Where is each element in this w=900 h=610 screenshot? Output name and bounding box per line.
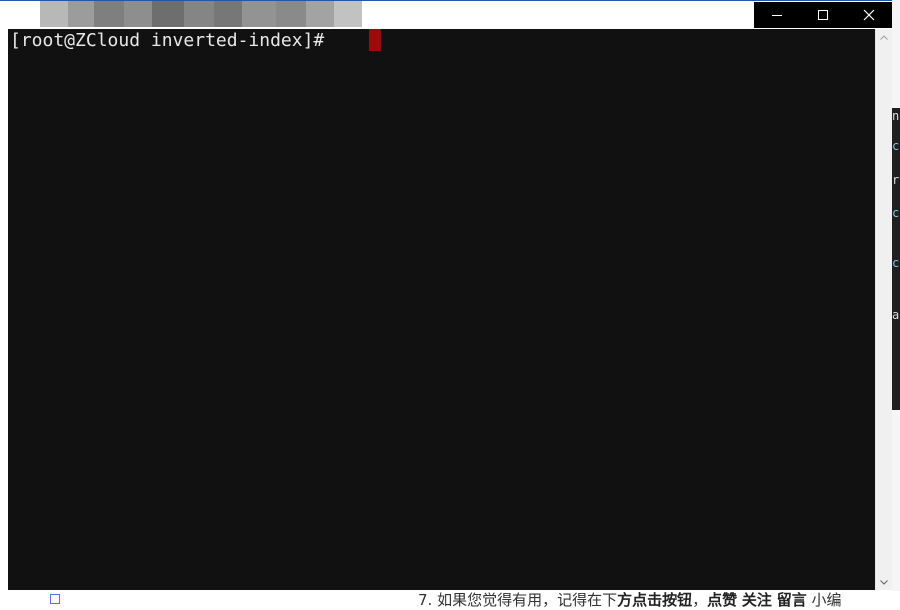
background-code-line: cl	[892, 256, 900, 270]
close-button[interactable]	[846, 2, 892, 28]
title-bar[interactable]	[0, 1, 892, 29]
background-code-line: ac	[892, 308, 900, 322]
article-like-text: 点赞	[707, 591, 738, 609]
terminal-window: [root@ZCloud inverted-index]#	[0, 0, 892, 592]
text-cursor	[369, 29, 381, 51]
article-text-bold: 方点击按钮	[617, 591, 693, 609]
scroll-up-arrow-icon	[880, 34, 888, 40]
scroll-down-button[interactable]	[876, 574, 892, 590]
maximize-icon	[818, 10, 828, 20]
article-comment-text: 留言	[776, 591, 807, 609]
maximize-button[interactable]	[800, 2, 846, 28]
minimize-icon	[772, 15, 782, 16]
scroll-up-button[interactable]	[876, 29, 892, 45]
article-text-sep: ，	[692, 591, 708, 609]
blurred-window-title	[0, 1, 362, 27]
command-prompt: [root@ZCloud inverted-index]#	[10, 30, 325, 51]
background-code-line: n	[892, 109, 900, 123]
background-code-line: cl	[892, 139, 900, 153]
close-icon	[863, 9, 875, 21]
window-bottom-edge	[0, 590, 892, 592]
article-tail-text: 小编	[811, 591, 842, 609]
minimize-button[interactable]	[754, 2, 800, 28]
background-code-line: re	[892, 173, 900, 187]
background-code-line: cl	[892, 206, 900, 220]
background-checkbox	[50, 594, 60, 604]
terminal-output[interactable]: [root@ZCloud inverted-index]#	[8, 29, 875, 590]
vertical-scrollbar[interactable]	[875, 29, 892, 590]
article-follow-text: 关注	[741, 591, 772, 609]
article-text-prefix: 7. 如果您觉得有用，记得在下	[418, 591, 618, 609]
scroll-down-arrow-icon	[880, 579, 888, 585]
